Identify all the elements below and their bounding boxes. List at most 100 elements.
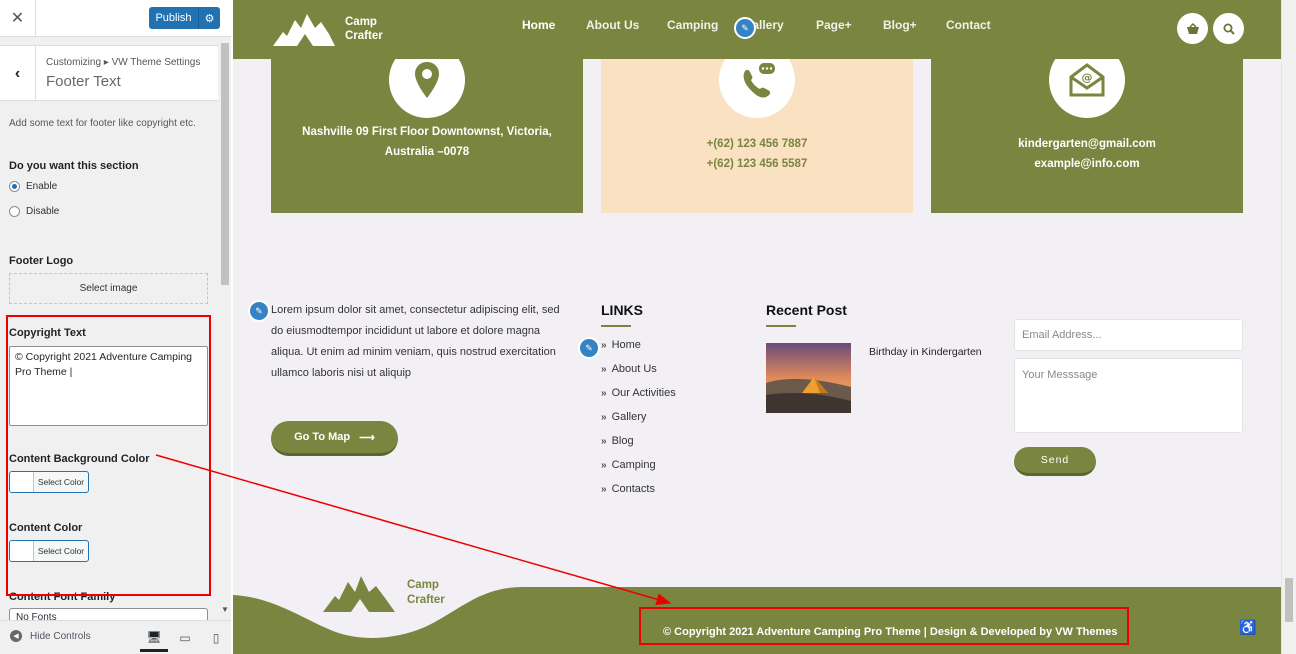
site-logo[interactable]: Camp Crafter — [271, 10, 383, 48]
site-preview: Nashville 09 First Floor Downtownst, Vic… — [233, 0, 1281, 654]
go-to-map-label: Go To Map — [294, 431, 351, 443]
scroll-down-icon[interactable]: ▼ — [221, 605, 229, 614]
footer-link-contacts[interactable]: » Contacts — [601, 483, 655, 495]
panel-scroll-thumb[interactable] — [221, 43, 229, 285]
camp-logo-icon — [323, 576, 395, 612]
enable-radio[interactable]: Enable — [9, 181, 57, 192]
send-button[interactable]: Send — [1014, 447, 1096, 476]
nav-blog[interactable]: Blog+ — [883, 18, 917, 32]
footer-link-about-us[interactable]: » About Us — [601, 363, 657, 375]
double-chevron-icon: » — [601, 387, 606, 399]
title-underline — [766, 325, 796, 327]
logo-line-2: Crafter — [407, 594, 445, 606]
customizer-header: ✕ Publish ⚙ — [0, 0, 231, 37]
collapse-icon: ◀ — [10, 630, 22, 642]
footer-link-home[interactable]: » Home — [601, 339, 641, 351]
nav-camping[interactable]: Camping — [667, 18, 718, 32]
footer-logo-label: Footer Logo — [9, 255, 74, 267]
footer-logo[interactable]: Camp Crafter — [321, 572, 445, 614]
email-line: kindergarten@gmail.com — [1018, 138, 1156, 150]
panel-scrollbar[interactable]: ▼ — [219, 37, 231, 620]
footer-link-label: About Us — [611, 363, 657, 375]
radio-unchecked-icon[interactable] — [9, 206, 20, 217]
search-icon[interactable] — [1213, 13, 1244, 44]
arrow-right-icon: ⟶ — [359, 431, 375, 444]
recent-post-link[interactable]: Birthday in Kindergarten — [869, 346, 982, 358]
footer-link-label: Our Activities — [611, 387, 676, 399]
site-header: Camp Crafter Home About Us Camping Galle… — [233, 0, 1281, 59]
double-chevron-icon: » — [601, 339, 606, 351]
message-textarea[interactable]: Your Messsage — [1014, 358, 1243, 433]
phone-line: +(62) 123 456 7887 — [706, 138, 808, 150]
nav-contact[interactable]: Contact — [946, 18, 991, 32]
select-color-label: Select Color — [37, 477, 85, 487]
disable-radio-label: Disable — [26, 206, 60, 217]
accessibility-icon[interactable]: ♿ — [1239, 619, 1256, 636]
content-color-picker[interactable]: Select Color — [9, 540, 89, 562]
nav-page[interactable]: Page+ — [816, 18, 852, 32]
footer-copyright-text: © Copyright 2021 Adventure Camping Pro T… — [663, 626, 1118, 638]
double-chevron-icon: » — [601, 459, 606, 471]
disable-radio[interactable]: Disable — [9, 206, 59, 217]
footer-link-label: Contacts — [611, 483, 655, 495]
recent-post-thumbnail[interactable] — [766, 343, 851, 413]
logo-line-2: Crafter — [345, 30, 383, 42]
content-color-label: Content Color — [9, 522, 83, 534]
section-description: Add some text for footer like copyright … — [9, 118, 196, 129]
double-chevron-icon: » — [601, 483, 606, 495]
email-line: example@info.com — [1034, 158, 1140, 170]
content-font-family-select[interactable]: No Fonts — [9, 608, 208, 620]
logo-line-1: Camp — [345, 16, 377, 28]
copyright-text-label: Copyright Text — [9, 327, 86, 339]
email-input[interactable]: Email Address... — [1014, 319, 1243, 351]
camp-logo-icon — [273, 14, 335, 46]
basket-icon[interactable] — [1177, 13, 1208, 44]
logo-line-1: Camp — [407, 579, 439, 591]
footer-link-blog[interactable]: » Blog — [601, 435, 634, 447]
tablet-preview-icon[interactable]: ▭ — [171, 624, 199, 652]
content-bg-color-label: Content Background Color — [9, 453, 150, 465]
preview-scroll-thumb[interactable] — [1285, 578, 1293, 622]
select-color-label: Select Color — [37, 546, 85, 556]
footer-link-camping[interactable]: » Camping — [601, 459, 656, 471]
edit-shortcut-icon[interactable]: ✎ — [248, 300, 270, 322]
content-bg-color-picker[interactable]: Select Color — [9, 471, 89, 493]
preview-scrollbar[interactable] — [1281, 0, 1296, 654]
content-font-family-label: Content Font Family — [9, 591, 116, 603]
hide-controls-button[interactable]: ◀ Hide Controls — [10, 630, 91, 642]
radio-checked-icon[interactable] — [9, 181, 20, 192]
customizer-footer: ◀ Hide Controls 🖥 ▭ ▯ — [0, 620, 231, 654]
footer-link-label: Home — [611, 339, 641, 351]
title-underline — [601, 325, 631, 327]
edit-shortcut-icon[interactable]: ✎ — [578, 337, 600, 359]
go-to-map-button[interactable]: Go To Map ⟶ — [271, 421, 398, 456]
publish-button[interactable]: Publish — [149, 7, 198, 29]
recent-post-title: Recent Post — [766, 302, 847, 318]
double-chevron-icon: » — [601, 363, 606, 375]
edit-shortcut-icon[interactable]: ✎ — [734, 17, 756, 39]
links-title: LINKS — [601, 302, 643, 318]
mobile-preview-icon[interactable]: ▯ — [202, 624, 230, 652]
hide-controls-label: Hide Controls — [30, 630, 91, 642]
footer-link-our-activities[interactable]: » Our Activities — [601, 387, 676, 399]
breadcrumb: Customizing ▸ VW Theme Settings — [46, 57, 201, 68]
double-chevron-icon: » — [601, 435, 606, 447]
footer-link-label: Gallery — [611, 411, 647, 423]
footer-link-gallery[interactable]: » Gallery — [601, 411, 646, 423]
footer-link-label: Camping — [611, 459, 656, 471]
copyright-text-field[interactable]: © Copyright 2021 Adventure Camping Pro T… — [9, 346, 208, 426]
enable-radio-label: Enable — [26, 181, 58, 192]
close-icon[interactable]: ✕ — [0, 0, 36, 36]
back-icon[interactable]: ‹ — [0, 46, 36, 101]
desktop-preview-icon[interactable]: 🖥 — [140, 624, 168, 652]
color-swatch — [10, 472, 34, 492]
footer-link-label: Blog — [611, 435, 634, 447]
nav-home[interactable]: Home — [522, 18, 555, 32]
address-line: Nashville 09 First Floor Downtownst, Vic… — [302, 126, 552, 138]
section-title: Footer Text — [46, 73, 121, 90]
select-image-button[interactable]: Select image — [9, 273, 208, 304]
gear-icon[interactable]: ⚙ — [198, 7, 220, 29]
phone-line: +(62) 123 456 5587 — [706, 158, 808, 170]
nav-about-us[interactable]: About Us — [586, 18, 639, 32]
double-chevron-icon: » — [601, 411, 606, 423]
